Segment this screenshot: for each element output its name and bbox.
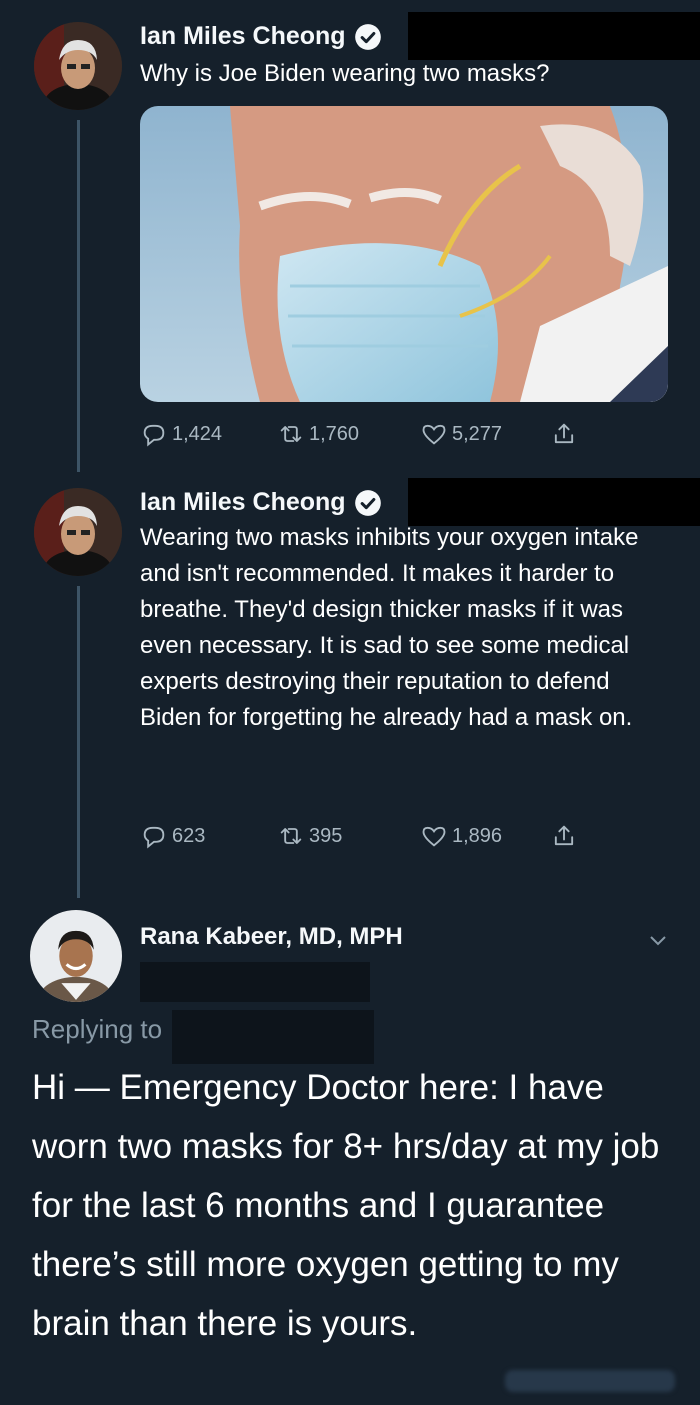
author-name[interactable]: Rana Kabeer, MD, MPH <box>140 923 403 951</box>
tweet-media-image[interactable] <box>140 106 668 402</box>
verified-badge-icon <box>354 23 381 50</box>
retweet-action[interactable]: 1,760 <box>277 420 359 448</box>
redacted-mention <box>172 1010 374 1064</box>
verified-badge-icon <box>354 489 381 516</box>
tweet-text: Why is Joe Biden wearing two masks? <box>140 60 550 87</box>
avatar[interactable] <box>34 22 122 110</box>
like-count: 1,896 <box>452 824 503 847</box>
reply-action[interactable]: 623 <box>140 822 205 850</box>
share-action[interactable] <box>550 822 578 850</box>
thread-connector-line <box>77 586 80 898</box>
like-count: 5,277 <box>452 422 503 445</box>
heart-icon <box>422 826 446 847</box>
share-action[interactable] <box>550 420 578 448</box>
reply-action[interactable]: 1,424 <box>140 420 222 448</box>
tweet-thread-screenshot: Ian Miles Cheong Why is Joe Biden wearin… <box>0 0 700 1405</box>
retweet-count: 1,760 <box>309 422 360 445</box>
author-name[interactable]: Ian Miles Cheong <box>140 22 346 51</box>
like-action[interactable]: 1,896 <box>420 822 502 850</box>
redacted-handle <box>140 962 370 1002</box>
replying-to-label: Replying to <box>32 1014 163 1044</box>
heart-icon <box>422 424 446 445</box>
reply-count: 623 <box>172 824 206 847</box>
share-icon <box>554 825 574 846</box>
tweet-actions: 1,424 1,760 5,277 <box>140 420 600 450</box>
chevron-down-icon[interactable] <box>646 928 670 952</box>
reply-text: Hi — Emergency Doctor here: I have worn … <box>32 1068 660 1343</box>
redacted-handle <box>408 12 700 60</box>
reply-icon <box>143 424 165 447</box>
watermark <box>505 1370 675 1392</box>
like-action[interactable]: 5,277 <box>420 420 502 448</box>
avatar[interactable] <box>34 488 122 576</box>
retweet-icon <box>280 828 302 844</box>
retweet-count: 395 <box>309 824 343 847</box>
reply-count: 1,424 <box>172 422 223 445</box>
author-name[interactable]: Ian Miles Cheong <box>140 488 346 517</box>
share-icon <box>554 423 574 444</box>
tweet-text: Wearing two masks inhibits your oxygen i… <box>140 524 639 731</box>
reply-icon <box>143 826 165 849</box>
thread-connector-line <box>77 120 80 472</box>
avatar[interactable] <box>30 910 122 1002</box>
tweet-actions: 623 395 1,896 <box>140 822 600 852</box>
retweet-action[interactable]: 395 <box>277 822 342 850</box>
retweet-icon <box>280 426 302 442</box>
redacted-handle <box>408 478 700 526</box>
